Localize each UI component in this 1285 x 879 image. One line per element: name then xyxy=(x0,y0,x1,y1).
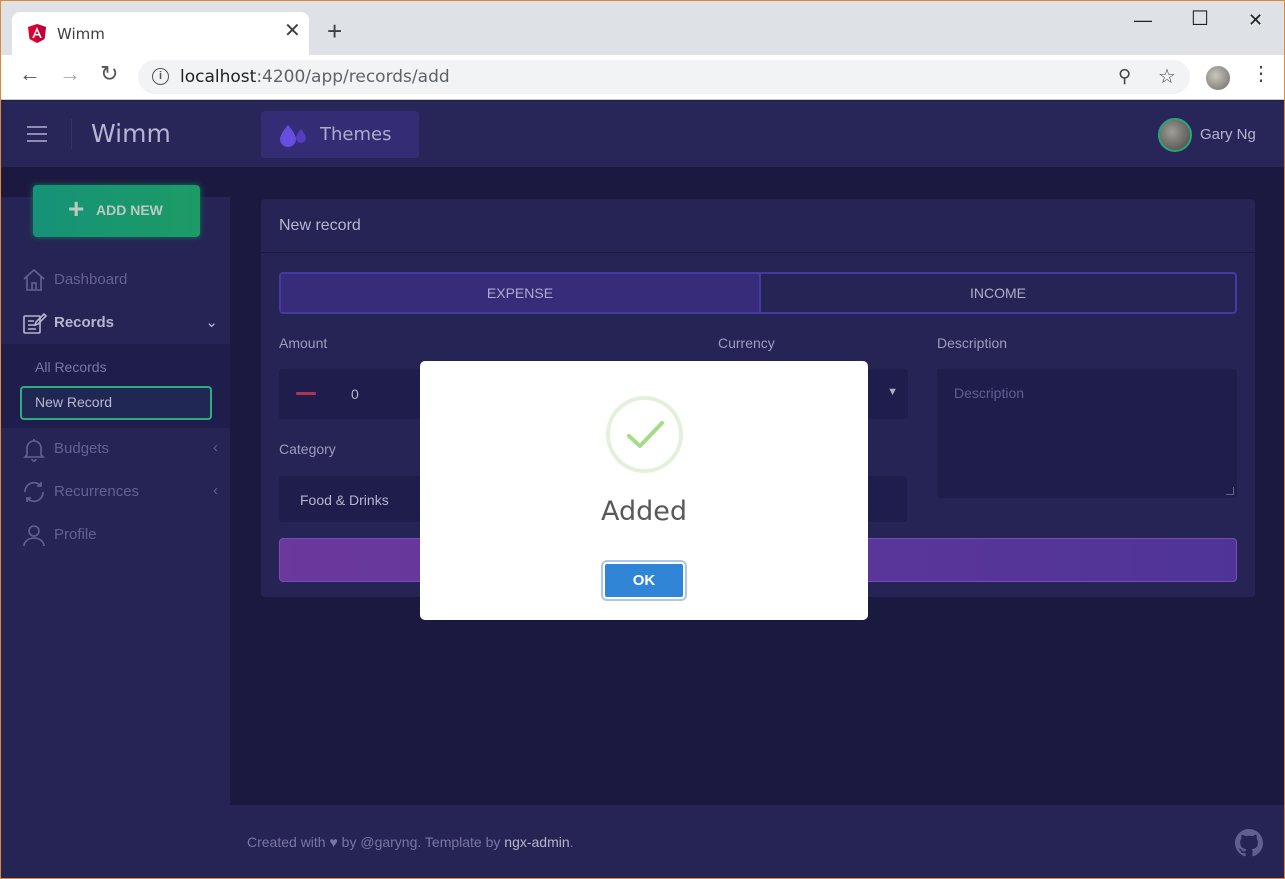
browser-tab[interactable]: Wimm ✕ xyxy=(12,12,309,55)
url-text[interactable]: localhost:4200/app/records/add xyxy=(180,67,450,87)
browser-toolbar: ← → ↻ i localhost:4200/app/records/add ⚲… xyxy=(1,55,1284,100)
window-close-button[interactable]: ✕ xyxy=(1248,11,1263,29)
browser-window: Wimm ✕ + — ☐ ✕ ← → ↻ i localhost:4200/ap… xyxy=(0,0,1285,879)
minimize-button[interactable]: — xyxy=(1134,11,1152,29)
angular-icon xyxy=(28,24,46,43)
browser-menu-icon[interactable]: ⋮ xyxy=(1251,64,1271,84)
forward-arrow-icon[interactable]: → xyxy=(59,63,81,85)
dialog-title: Added xyxy=(600,496,688,527)
back-arrow-icon[interactable]: ← xyxy=(19,63,41,85)
tab-strip: Wimm ✕ + — ☐ ✕ xyxy=(1,1,1284,55)
maximize-button[interactable]: ☐ xyxy=(1191,9,1209,29)
address-bar[interactable]: i localhost:4200/app/records/add ⚲ ☆ xyxy=(138,60,1190,94)
tab-title: Wimm xyxy=(57,25,105,43)
ok-button[interactable]: OK xyxy=(603,562,685,599)
zoom-icon[interactable]: ⚲ xyxy=(1118,66,1131,87)
tab-close-icon[interactable]: ✕ xyxy=(284,21,301,41)
reload-icon[interactable]: ↻ xyxy=(100,63,118,85)
info-icon[interactable]: i xyxy=(152,68,169,85)
browser-profile-avatar[interactable] xyxy=(1206,66,1230,90)
new-tab-button[interactable]: + xyxy=(327,18,342,44)
bookmark-star-icon[interactable]: ☆ xyxy=(1158,64,1176,89)
success-dialog: Added OK xyxy=(420,361,868,620)
success-check-icon xyxy=(606,396,683,473)
